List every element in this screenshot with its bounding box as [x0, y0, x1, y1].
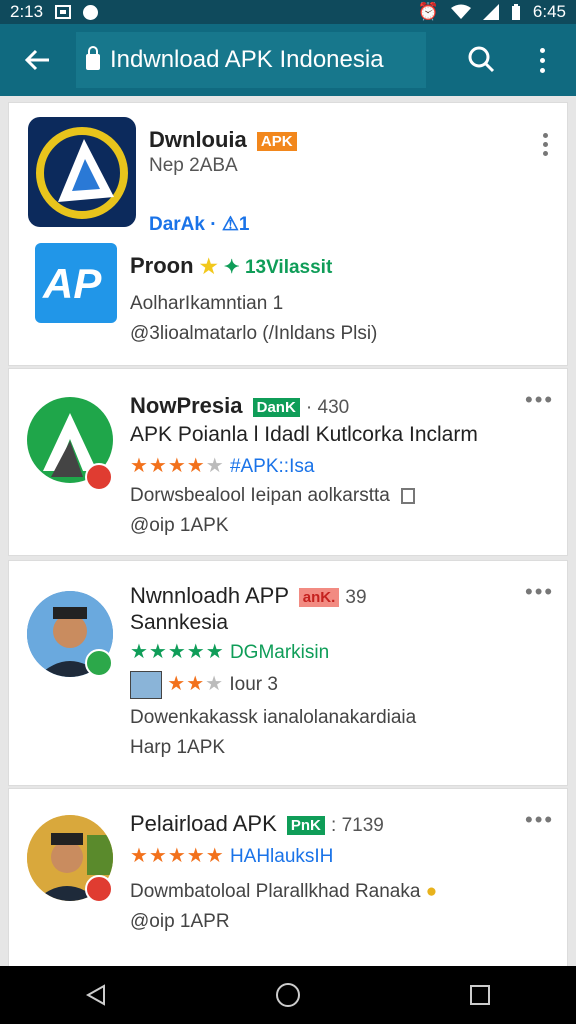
- app-title: Nwnnloadh APP: [130, 583, 289, 608]
- app-icon: [28, 117, 136, 227]
- square-recents-icon: [470, 985, 490, 1005]
- item-menu-icon[interactable]: [540, 133, 550, 156]
- overflow-menu-button[interactable]: [530, 42, 554, 78]
- app-count: · 430: [305, 397, 350, 418]
- app-description: AolharIkamntian 1: [130, 293, 284, 314]
- back-button[interactable]: [0, 24, 76, 96]
- page-title: Indwnload APK Indonesia: [110, 46, 384, 73]
- status-bar: 2:13 ⏰ 6:45: [0, 0, 576, 24]
- navigation-bar: [0, 966, 576, 1024]
- mini-rating-text: Iour 3: [229, 674, 278, 696]
- app-subtitle: APK Poianla l Idadl Kutlcorka Inclarm: [130, 423, 478, 446]
- emoji-icon: ●: [425, 881, 438, 902]
- results-list: Dwnlouia APK Nep 2ABA DarAk · ⚠1 AP Proo…: [0, 96, 576, 966]
- list-item[interactable]: Pelairload APK PnK : 7139 ★★★★★ HAHlauks…: [8, 788, 568, 966]
- app-title: NowPresia: [130, 393, 243, 418]
- rating-text: DGMarkisin: [229, 642, 330, 663]
- more-icon[interactable]: •••: [525, 387, 554, 413]
- app-icon-ap: AP: [35, 243, 117, 323]
- nav-recents-button[interactable]: [460, 975, 500, 1015]
- app-badge: PnK: [286, 815, 325, 835]
- app-description: Dowmbatoloal Plarallkhad Ranaka: [130, 881, 421, 902]
- status-time-left: 2:13: [10, 2, 44, 21]
- mini-thumbnail: [130, 671, 162, 699]
- app-title: Dwnlouia: [149, 127, 247, 152]
- triangle-back-icon: [85, 984, 105, 1006]
- alarm-icon: ⏰: [417, 2, 439, 21]
- status-time-right: 6:45: [532, 2, 566, 21]
- lock-icon: [86, 46, 100, 70]
- download-icon: [401, 487, 416, 504]
- list-item[interactable]: NowPresia DanK · 430 APK Poianla l Idadl…: [8, 368, 568, 556]
- app-count: : 7139: [331, 815, 384, 836]
- app-description: Dowenkakassk ianalolanakardiaia: [130, 707, 417, 728]
- signal-icon: [482, 4, 499, 20]
- rating-text: #APK::Isa: [229, 456, 315, 477]
- list-item[interactable]: Nwnnloadh APP anK. 39 Sannkesia ★★★★★ DG…: [8, 560, 568, 786]
- app-developer: Harp 1APK: [130, 737, 226, 758]
- rating-stars: ★★★★★: [130, 455, 225, 477]
- wifi-icon: [450, 4, 471, 19]
- status-badge: [85, 463, 113, 491]
- rating-text: HAHlauksIH: [229, 846, 334, 867]
- app-meta: DarAk · ⚠1: [149, 214, 250, 235]
- app-developer: @3lioalmatarlo (/Inldans Plsi): [130, 323, 378, 344]
- apk-badge: APK: [256, 131, 297, 151]
- status-badge: [85, 649, 113, 677]
- app-description: Dorwsbealool Ieipan aolkarstta: [130, 485, 390, 506]
- app-subtitle: Sannkesia: [130, 611, 229, 634]
- app-title: Proon: [130, 253, 194, 278]
- list-item[interactable]: Dwnlouia APK Nep 2ABA DarAk · ⚠1 AP Proo…: [8, 102, 568, 366]
- more-icon[interactable]: •••: [525, 579, 554, 605]
- status-badge: [85, 875, 113, 903]
- circle-home-icon: [276, 983, 300, 1007]
- screenshot-icon: [55, 5, 72, 19]
- rating-stars: ★★★★★: [130, 845, 225, 867]
- url-bar[interactable]: Indwnload APK Indonesia: [76, 32, 426, 88]
- app-developer: @oip 1APK: [130, 515, 229, 536]
- app-date: Nep 2ABA: [149, 155, 238, 176]
- svg-text:AP: AP: [42, 260, 102, 307]
- notification-icon: [83, 4, 99, 20]
- search-icon[interactable]: [466, 44, 496, 74]
- more-icon[interactable]: •••: [525, 807, 554, 833]
- app-title: Pelairload APK: [130, 811, 277, 836]
- battery-icon: [511, 4, 520, 20]
- back-arrow-icon: [25, 49, 49, 71]
- star-icon: ★: [199, 256, 218, 278]
- app-bar: Indwnload APK Indonesia: [0, 24, 576, 96]
- app-count: 39: [345, 587, 367, 608]
- nav-back-button[interactable]: [76, 975, 116, 1015]
- app-badge: anK.: [298, 587, 340, 607]
- app-tag: ✦ 13Vilassit: [223, 257, 333, 278]
- nav-home-button[interactable]: [268, 975, 308, 1015]
- rating-stars: ★★★★★: [130, 641, 225, 663]
- mini-rating-stars: ★★★: [167, 673, 225, 696]
- app-developer: @oip 1APR: [130, 911, 230, 932]
- app-badge: DanK: [252, 397, 300, 417]
